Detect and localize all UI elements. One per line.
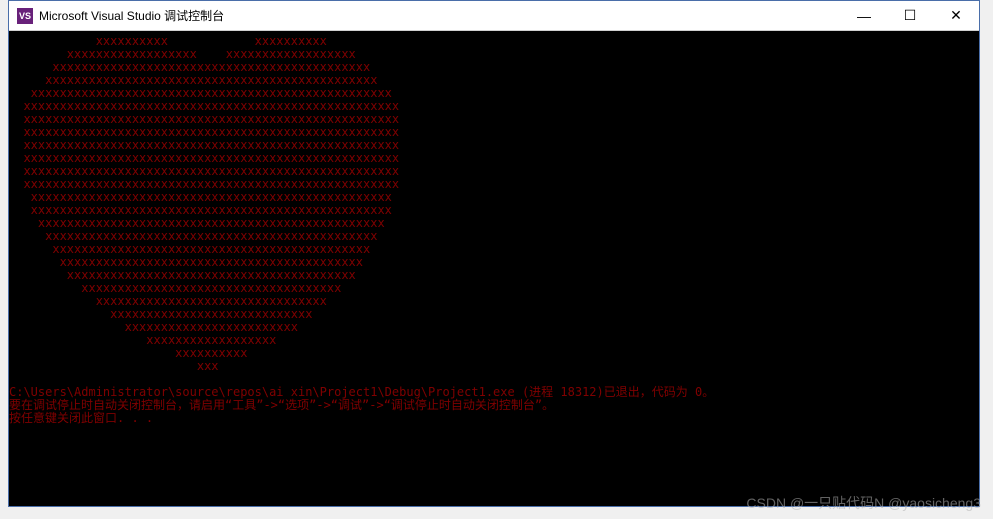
window-controls: — ☐ ✕ bbox=[841, 1, 979, 30]
console-output[interactable]: xxxxxxxxxx xxxxxxxxxx xxxxxxxxxxxxxxxxxx… bbox=[9, 31, 979, 506]
console-window: VS Microsoft Visual Studio 调试控制台 — ☐ ✕ x… bbox=[8, 0, 980, 507]
vs-icon: VS bbox=[17, 8, 33, 24]
window-title: Microsoft Visual Studio 调试控制台 bbox=[39, 7, 841, 24]
close-button[interactable]: ✕ bbox=[933, 1, 979, 30]
minimize-button[interactable]: — bbox=[841, 1, 887, 30]
titlebar[interactable]: VS Microsoft Visual Studio 调试控制台 — ☐ ✕ bbox=[9, 1, 979, 31]
maximize-button[interactable]: ☐ bbox=[887, 1, 933, 30]
